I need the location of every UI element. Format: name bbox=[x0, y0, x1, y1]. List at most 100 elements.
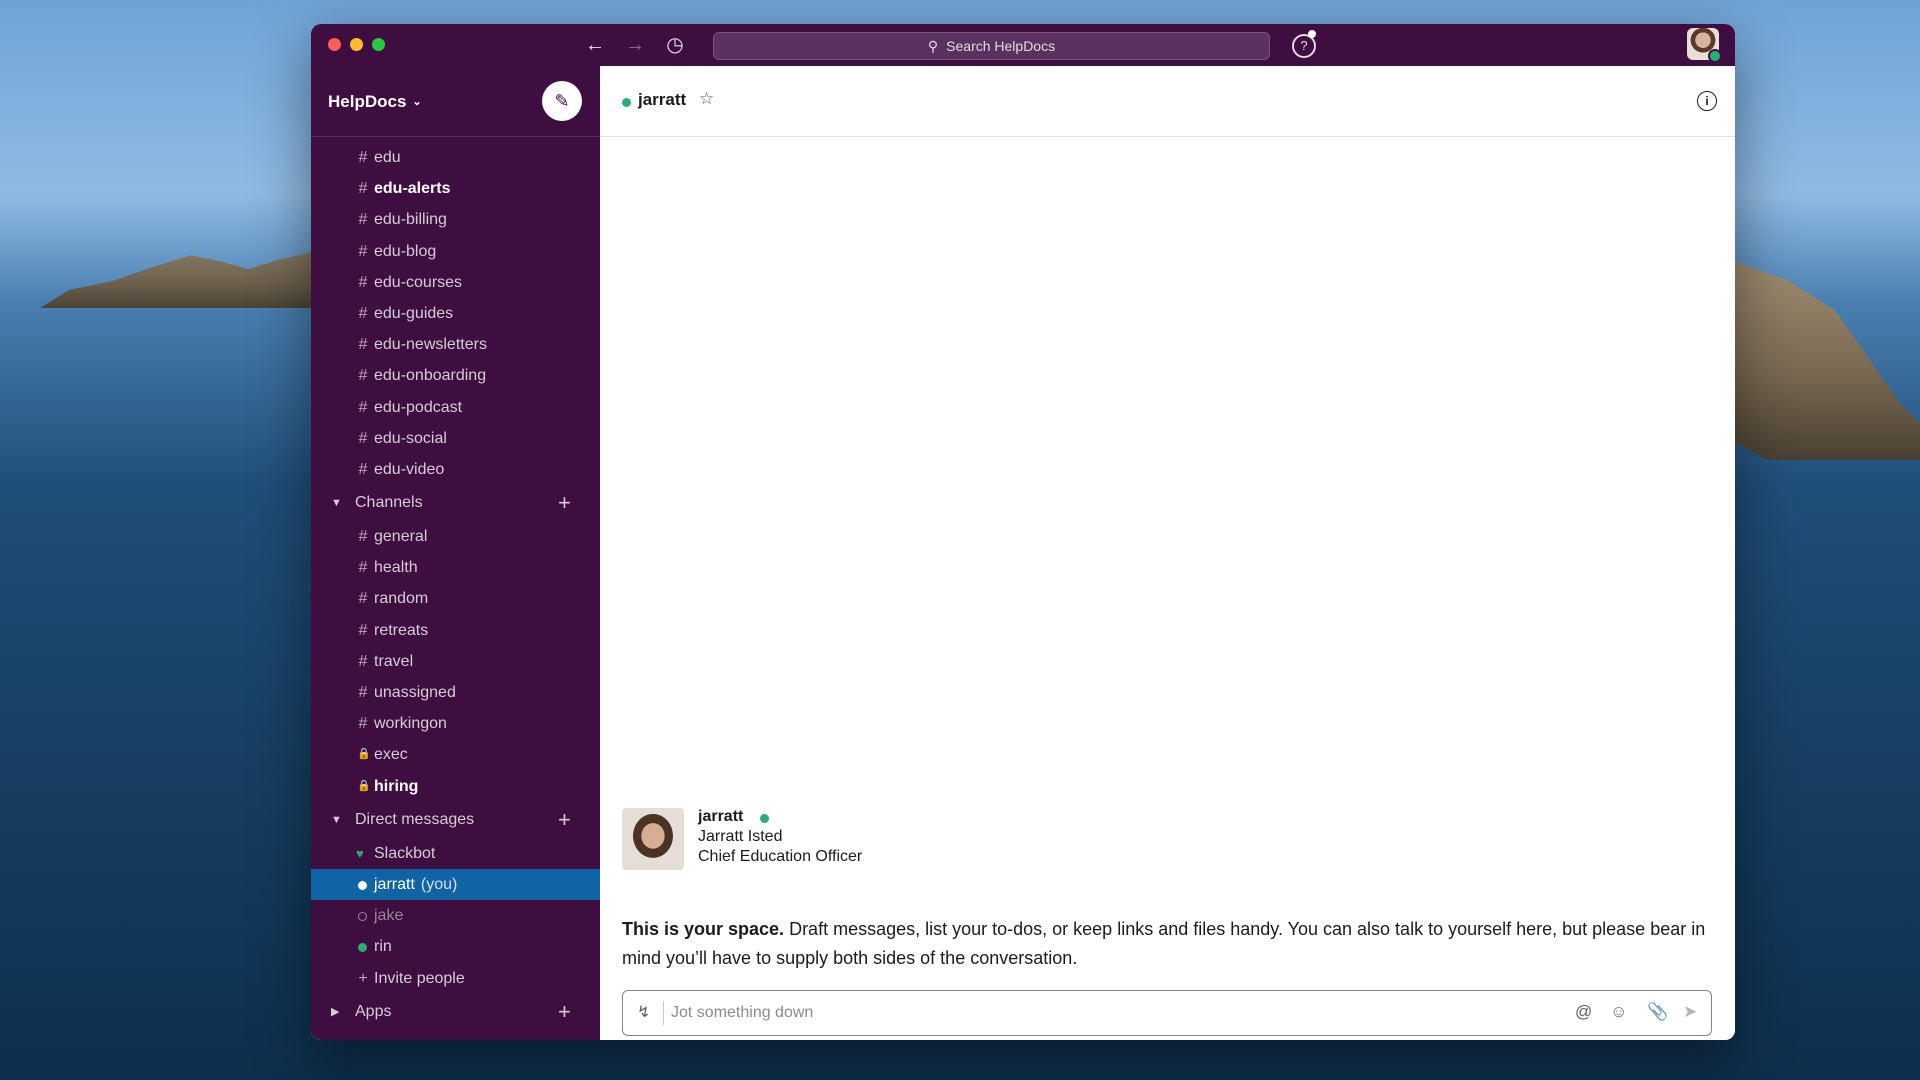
sidebar-item-edu-courses[interactable]: # edu-courses bbox=[311, 267, 600, 298]
info-icon[interactable]: i bbox=[1697, 91, 1717, 111]
profile-avatar[interactable] bbox=[622, 808, 684, 870]
sidebar: HelpDocs ⌄ ✎ # edu # edu-alerts # edu-billin… bbox=[311, 66, 600, 1040]
sidebar-item-unassigned[interactable]: # unassigned bbox=[311, 677, 600, 708]
emoji-icon[interactable]: ☺ bbox=[1610, 1002, 1627, 1022]
hash-icon: # bbox=[358, 180, 368, 198]
sidebar-item-invite-people[interactable]: + Invite people bbox=[311, 963, 600, 994]
compose-icon: ✎ bbox=[554, 91, 570, 111]
intro-text: Draft messages, list your to-dos, or kee… bbox=[622, 919, 1706, 968]
profile-title: Chief Education Officer bbox=[698, 848, 863, 865]
presence-dot bbox=[622, 98, 631, 107]
sidebar-item-exec[interactable]: 🔒 exec bbox=[311, 739, 600, 770]
sidebar-item-edu-podcast[interactable]: # edu-podcast bbox=[311, 392, 600, 423]
hash-icon: # bbox=[358, 398, 368, 416]
channel-label: exec bbox=[374, 746, 408, 764]
caret-right-icon: ▶ bbox=[331, 1005, 340, 1018]
dm-section-header[interactable]: ▼ Direct messages + bbox=[311, 802, 600, 838]
composer-divider bbox=[663, 1001, 664, 1025]
island-left bbox=[40, 248, 330, 308]
invite-label: Invite people bbox=[374, 969, 465, 987]
sidebar-item-edu-guides[interactable]: # edu-guides bbox=[311, 298, 600, 329]
channels-section-header[interactable]: ▼ Channels + bbox=[311, 485, 600, 521]
channel-label: edu-billing bbox=[374, 211, 447, 229]
sidebar-item-edu-newsletters[interactable]: # edu-newsletters bbox=[311, 329, 600, 360]
close-window-button[interactable] bbox=[328, 38, 341, 51]
dm-label: rin bbox=[374, 938, 392, 956]
channel-label: general bbox=[374, 528, 428, 546]
search-bar[interactable]: ⚲ Search HelpDocs bbox=[713, 32, 1270, 60]
channel-label: random bbox=[374, 590, 429, 608]
apps-section-header[interactable]: ▶ Apps + bbox=[311, 994, 600, 1030]
sidebar-item-random[interactable]: # random bbox=[311, 583, 600, 614]
sidebar-item-edu-billing[interactable]: # edu-billing bbox=[311, 204, 600, 235]
hash-icon: # bbox=[358, 211, 368, 229]
forward-arrow-icon[interactable]: → bbox=[623, 33, 647, 57]
caret-down-icon: ▼ bbox=[331, 497, 342, 510]
sidebar-item-general[interactable]: # general bbox=[311, 521, 600, 552]
star-icon[interactable]: ☆ bbox=[699, 89, 714, 109]
profile-username[interactable]: jarratt bbox=[698, 808, 743, 826]
channel-title[interactable]: jarratt bbox=[638, 90, 686, 110]
you-suffix: (you) bbox=[420, 875, 458, 893]
presence-dot-away bbox=[358, 912, 367, 922]
add-channel-icon[interactable]: + bbox=[558, 485, 571, 521]
chevron-down-icon: ⌄ bbox=[412, 96, 422, 108]
back-arrow-icon[interactable]: ← bbox=[583, 33, 607, 57]
channel-label: edu bbox=[374, 149, 401, 166]
main-pane: jarratt ☆ i jarratt Jarratt Isted Chief … bbox=[600, 66, 1735, 1040]
search-icon: ⚲ bbox=[927, 38, 939, 54]
plus-icon: + bbox=[358, 969, 368, 987]
sidebar-list: # edu # edu-alerts # edu-billing # edu-blog … bbox=[311, 142, 600, 1030]
message-input[interactable]: Jot something down bbox=[671, 991, 813, 1035]
sidebar-item-edu[interactable]: # edu bbox=[311, 142, 600, 173]
user-avatar[interactable] bbox=[1687, 28, 1722, 63]
sidebar-item-rin[interactable]: rin bbox=[311, 931, 600, 962]
channel-label: edu-onboarding bbox=[374, 367, 487, 385]
heart-icon: ♥ bbox=[356, 845, 364, 861]
zoom-window-button[interactable] bbox=[372, 38, 385, 51]
sidebar-item-edu-alerts[interactable]: # edu-alerts bbox=[311, 173, 600, 204]
compose-button[interactable]: ✎ bbox=[542, 81, 582, 121]
dm-label: jake bbox=[374, 907, 404, 925]
sidebar-item-edu-social[interactable]: # edu-social bbox=[311, 423, 600, 454]
hash-icon: # bbox=[358, 684, 368, 701]
mention-icon[interactable]: @ bbox=[1575, 1002, 1592, 1022]
channel-label: hiring bbox=[374, 777, 419, 795]
caret-down-icon: ▼ bbox=[331, 813, 342, 826]
hash-icon: # bbox=[358, 528, 368, 546]
sidebar-item-hiring[interactable]: 🔒 hiring bbox=[311, 771, 600, 802]
add-dm-icon[interactable]: + bbox=[558, 802, 571, 838]
shortcuts-bolt-icon[interactable]: ↯ bbox=[637, 1002, 650, 1022]
sidebar-item-health[interactable]: # health bbox=[311, 552, 600, 583]
channel-label: unassigned bbox=[374, 684, 456, 701]
presence-dot bbox=[760, 814, 769, 823]
sidebar-item-slackbot[interactable]: ♥ Slackbot bbox=[311, 838, 600, 869]
hash-icon: # bbox=[358, 460, 368, 478]
hash-icon: # bbox=[358, 336, 368, 354]
sidebar-item-edu-blog[interactable]: # edu-blog bbox=[311, 236, 600, 267]
sidebar-item-jarratt[interactable]: jarratt (you) bbox=[311, 868, 600, 901]
presence-dot bbox=[358, 880, 367, 890]
sidebar-item-edu-video[interactable]: # edu-video bbox=[311, 454, 600, 485]
sidebar-item-jake[interactable]: jake bbox=[311, 900, 600, 931]
section-label: Direct messages bbox=[355, 810, 475, 828]
sidebar-item-workingon[interactable]: # workingon bbox=[311, 708, 600, 739]
dm-label-wrap: jarratt (you) bbox=[374, 869, 457, 900]
hash-icon: # bbox=[358, 590, 368, 608]
hash-icon: # bbox=[358, 715, 368, 733]
send-icon[interactable]: ➤ bbox=[1683, 1002, 1697, 1022]
hash-icon: # bbox=[358, 304, 368, 322]
workspace-menu-button[interactable]: HelpDocs ⌄ bbox=[328, 92, 422, 112]
message-composer[interactable]: ↯ Jot something down @ ☺ 📎 ➤ bbox=[622, 990, 1712, 1036]
sidebar-item-edu-onboarding[interactable]: # edu-onboarding bbox=[311, 360, 600, 391]
minimize-window-button[interactable] bbox=[350, 38, 363, 51]
island-right bbox=[1730, 260, 1920, 460]
channel-label: edu-podcast bbox=[374, 398, 463, 416]
sidebar-item-retreats[interactable]: # retreats bbox=[311, 615, 600, 646]
add-app-icon[interactable]: + bbox=[558, 994, 571, 1030]
sidebar-item-travel[interactable]: # travel bbox=[311, 646, 600, 677]
channel-label: health bbox=[374, 559, 418, 577]
hash-icon: # bbox=[358, 621, 368, 639]
history-icon[interactable]: ◷ bbox=[663, 33, 687, 57]
attachment-icon[interactable]: 📎 bbox=[1647, 1002, 1668, 1022]
